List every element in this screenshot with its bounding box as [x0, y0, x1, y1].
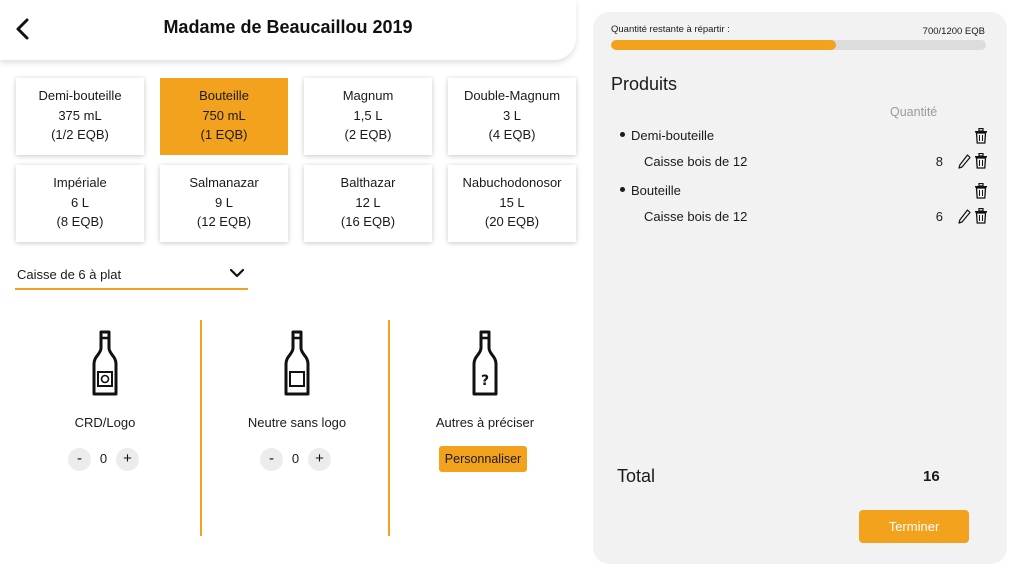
- summary-panel: Quantité restante à répartir : 700/1200 …: [593, 12, 1007, 564]
- option-neutre: Neutre sans logo - 0 +: [202, 320, 392, 536]
- format-name: Salmanazar: [189, 175, 259, 190]
- format-selection-area: Madame de Beaucaillou 2019 Demi-bouteill…: [0, 0, 592, 576]
- format-name: Demi-bouteille: [38, 88, 122, 103]
- format-volume: 1,5 L: [353, 107, 383, 123]
- total-value: 16: [923, 468, 940, 485]
- format-name: Nabuchodonosor: [462, 175, 562, 190]
- format-eqb: (16 EQB): [340, 214, 396, 229]
- case-name: Caisse bois de 12: [644, 154, 748, 169]
- format-eqb: (8 EQB): [56, 214, 104, 229]
- format-card-double-magnum[interactable]: Double-Magnum 3 L (4 EQB): [448, 78, 576, 155]
- remaining-value: 700/1200 EQB: [922, 26, 985, 37]
- format-name: Magnum: [342, 88, 394, 103]
- decrement-button[interactable]: -: [68, 448, 91, 471]
- format-name: Balthazar: [340, 175, 396, 190]
- bottle-logo-icon: [92, 330, 118, 396]
- format-volume: 375 mL: [58, 107, 102, 123]
- format-eqb: (12 EQB): [196, 214, 252, 229]
- format-name: Impériale: [53, 175, 107, 190]
- format-card-salmanazar[interactable]: Salmanazar 9 L (12 EQB): [160, 165, 288, 242]
- option-label: Autres à préciser: [435, 415, 535, 430]
- format-eqb: (4 EQB): [488, 127, 536, 142]
- remaining-progress-bar: [611, 40, 986, 50]
- quantity-value: 0: [99, 451, 108, 466]
- format-name: Bouteille: [199, 88, 249, 103]
- page-title: Madame de Beaucaillou 2019: [163, 17, 413, 37]
- product-name-row: Bouteille: [620, 183, 681, 198]
- bottle-question-icon: ?: [472, 330, 498, 396]
- format-eqb: (2 EQB): [344, 127, 392, 142]
- quantity-stepper: - 0 +: [68, 448, 142, 472]
- chevron-down-icon: [229, 268, 245, 278]
- trash-icon[interactable]: [974, 128, 988, 144]
- trash-icon[interactable]: [974, 183, 988, 199]
- increment-button[interactable]: +: [308, 448, 331, 471]
- format-name: Double-Magnum: [463, 88, 561, 103]
- bullet: [620, 187, 625, 193]
- option-crd-logo: CRD/Logo - 0 +: [10, 320, 200, 536]
- quantity-stepper: - 0 +: [260, 448, 334, 472]
- pencil-icon[interactable]: [958, 154, 971, 169]
- case-type-value: Caisse de 6 à plat: [17, 267, 122, 282]
- total-label: Total: [617, 466, 656, 486]
- format-card-demi-bouteille[interactable]: Demi-bouteille 375 mL (1/2 EQB): [16, 78, 144, 155]
- list-item: Bouteille Caisse bois de 12 6: [593, 179, 1007, 234]
- case-name: Caisse bois de 12: [644, 209, 748, 224]
- product-quantity: 6: [935, 209, 943, 224]
- format-volume: 12 L: [355, 194, 381, 210]
- label-options: CRD/Logo - 0 + Neutre sans logo - 0 + ? …: [10, 320, 580, 536]
- format-card-balthazar[interactable]: Balthazar 12 L (16 EQB): [304, 165, 432, 242]
- list-item: Demi-bouteille Caisse bois de 12 8: [593, 124, 1007, 179]
- format-volume: 750 mL: [202, 107, 246, 123]
- product-name-row: Demi-bouteille: [620, 128, 714, 143]
- bullet: [620, 132, 625, 138]
- format-card-nabuchodonosor[interactable]: Nabuchodonosor 15 L (20 EQB): [448, 165, 576, 242]
- pencil-icon[interactable]: [958, 209, 971, 224]
- case-type-select[interactable]: Caisse de 6 à plat: [15, 262, 248, 290]
- format-eqb: (1/2 EQB): [51, 127, 109, 142]
- format-eqb: (1 EQB): [200, 127, 248, 142]
- option-autres: ? Autres à préciser: [390, 320, 580, 536]
- svg-text:?: ?: [481, 373, 489, 389]
- increment-button[interactable]: +: [116, 448, 139, 471]
- quantity-value: 0: [291, 451, 300, 466]
- personnaliser-button[interactable]: Personnaliser: [439, 446, 527, 472]
- remaining-label: Quantité restante à répartir :: [611, 24, 730, 35]
- trash-icon[interactable]: [974, 208, 988, 224]
- format-volume: 15 L: [499, 194, 525, 210]
- product-quantity: 8: [935, 154, 943, 169]
- format-volume: 3 L: [502, 107, 522, 123]
- product-list: Demi-bouteille Caisse bois de 12 8 Boute…: [593, 124, 1007, 234]
- format-card-bouteille[interactable]: Bouteille 750 mL (1 EQB): [160, 78, 288, 155]
- terminer-button[interactable]: Terminer: [859, 510, 969, 543]
- product-name: Demi-bouteille: [631, 128, 715, 143]
- format-eqb: (20 EQB): [484, 214, 540, 229]
- quantity-header: Quantité: [890, 105, 938, 119]
- bottle-blank-icon: [284, 330, 310, 396]
- product-name: Bouteille: [631, 183, 681, 198]
- header-bar: Madame de Beaucaillou 2019: [0, 0, 576, 60]
- products-title: Produits: [611, 74, 678, 94]
- format-volume: 6 L: [70, 194, 90, 210]
- decrement-button[interactable]: -: [260, 448, 283, 471]
- format-volume: 9 L: [214, 194, 234, 210]
- progress-fill: [611, 40, 836, 50]
- format-card-magnum[interactable]: Magnum 1,5 L (2 EQB): [304, 78, 432, 155]
- format-card-imperiale[interactable]: Impériale 6 L (8 EQB): [16, 165, 144, 242]
- trash-icon[interactable]: [974, 153, 988, 169]
- option-label: Neutre sans logo: [247, 415, 347, 430]
- option-label: CRD/Logo: [74, 415, 136, 430]
